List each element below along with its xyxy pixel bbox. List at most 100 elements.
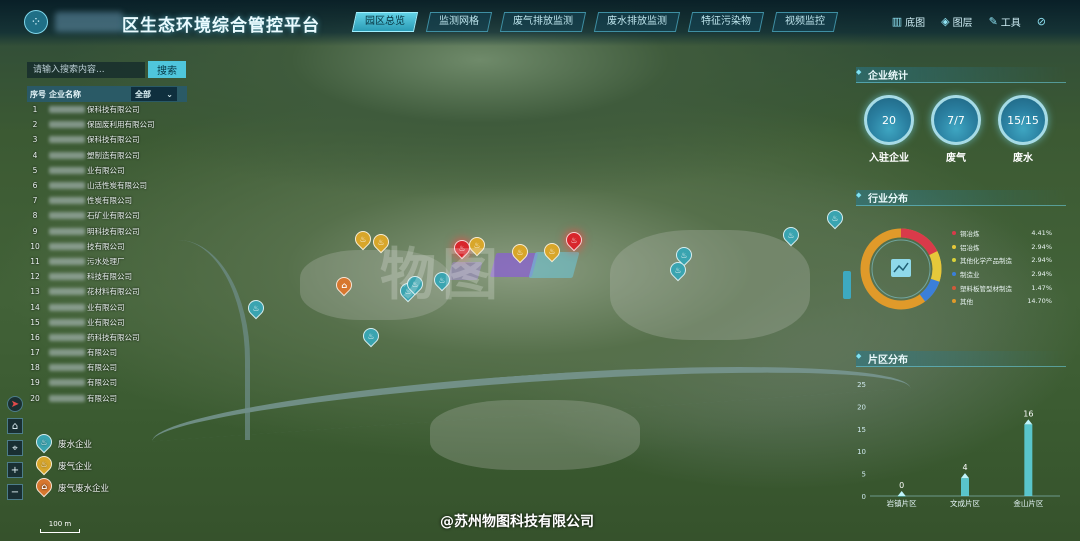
list-item[interactable]: 4 塑制造有限公司 [27, 148, 187, 163]
search-button[interactable]: 搜索 [148, 61, 186, 78]
toolbar: ▥ 底图 ◈ 图层 ✎ 工具 ⊘ [892, 14, 1046, 29]
list-item[interactable]: 7 性炭有限公司 [27, 193, 187, 208]
map-icon: ▥ [891, 15, 903, 28]
list-item[interactable]: 15 业有限公司 [27, 315, 187, 330]
gas-pin-icon: ♨ [32, 452, 56, 476]
industry-row[interactable]: 铜冶炼 4.41% [952, 226, 1052, 240]
category-label: 金山片区 [1013, 498, 1043, 508]
list-item[interactable]: 16 药科技有限公司 [27, 330, 187, 345]
list-item[interactable]: 12 科技有限公司 [27, 269, 187, 284]
list-item[interactable]: 9 明科技有限公司 [27, 224, 187, 239]
legend-dot [952, 230, 956, 235]
col-index: 序号 [30, 89, 46, 99]
alarm-marker-icon[interactable]: ♨ [562, 228, 586, 252]
redacted-text [49, 349, 85, 357]
row-number: 7 [32, 196, 38, 206]
title-redacted [55, 12, 123, 32]
basemap-button[interactable]: ▥ 底图 [892, 14, 925, 29]
list-item[interactable]: 13 花材料有限公司 [27, 284, 187, 299]
list-item[interactable]: 11 污水处理厂 [27, 254, 187, 269]
legend-dot [952, 271, 956, 276]
water-marker-icon[interactable]: ♨ [823, 206, 847, 230]
hide-panels-button[interactable]: ⊘ [1037, 14, 1046, 29]
tools-button[interactable]: ✎ 工具 [989, 14, 1021, 29]
compass-icon[interactable]: ➤ [7, 396, 23, 412]
company-name: 保科技有限公司 [87, 105, 140, 115]
company-list: 序号 企业名称 全部 ⌄ 1 保科技有限公司 2 保固废利用有限公司 3 保科技有限公司 4… [27, 86, 187, 406]
list-item[interactable]: 18 有限公司 [27, 360, 187, 375]
tab-water-emission[interactable]: 废水排放监测 [593, 12, 681, 32]
company-name: 保固废利用有限公司 [87, 120, 155, 130]
water-marker-icon[interactable]: ♨ [359, 324, 383, 348]
zoom-out-icon[interactable]: − [7, 484, 23, 500]
locate-icon[interactable]: ⌖ [7, 440, 23, 456]
list-item[interactable]: 14 业有限公司 [27, 299, 187, 314]
redacted-text [49, 318, 85, 326]
water-marker-icon[interactable]: ♨ [779, 223, 803, 247]
panel-toggle-handle[interactable] [843, 271, 851, 299]
water-marker-icon[interactable]: ♨ [244, 296, 268, 320]
gas-marker-icon[interactable]: ♨ [351, 227, 375, 251]
company-name: 明科技有限公司 [87, 226, 140, 236]
redacted-text [49, 394, 85, 402]
row-number: 6 [32, 181, 38, 191]
industry-row[interactable]: 铝冶炼 2.94% [952, 240, 1052, 254]
list-item[interactable]: 1 保科技有限公司 [27, 102, 187, 117]
tab-grid[interactable]: 监测网格 [425, 12, 493, 32]
layers-button[interactable]: ◈ 图层 [941, 14, 972, 29]
search-input[interactable] [27, 62, 145, 78]
list-item[interactable]: 6 山活性炭有限公司 [27, 178, 187, 193]
data-label: 4 [962, 463, 967, 472]
bar [1024, 424, 1033, 496]
company-name: 石矿业有限公司 [87, 211, 140, 221]
industry-row[interactable]: 制造业 2.94% [952, 267, 1052, 281]
filter-select[interactable]: 全部 ⌄ [131, 87, 177, 101]
gas-marker-icon[interactable]: ♨ [508, 240, 532, 264]
stat-total[interactable]: 20 入驻企业 [864, 95, 914, 164]
y-tick-label: 20 [857, 403, 866, 411]
row-number: 16 [30, 332, 40, 342]
home-icon[interactable]: ⌂ [7, 418, 23, 434]
list-item[interactable]: 3 保科技有限公司 [27, 132, 187, 147]
zoom-in-icon[interactable]: + [7, 462, 23, 478]
list-item[interactable]: 2 保固废利用有限公司 [27, 117, 187, 132]
industry-row[interactable]: 其他化学产品制造 2.94% [952, 253, 1052, 267]
main-nav: 园区总览 监测网格 废气排放监测 废水排放监测 特征污染物 视频监控 [351, 12, 839, 32]
redacted-text [49, 151, 85, 159]
tab-overview[interactable]: 园区总览 [351, 12, 419, 32]
row-number: 13 [30, 287, 40, 297]
row-number: 1 [32, 105, 38, 115]
gas-marker-icon[interactable]: ♨ [540, 239, 564, 263]
tab-gas-emission[interactable]: 废气排放监测 [499, 12, 587, 32]
list-item[interactable]: 10 技有限公司 [27, 239, 187, 254]
row-number: 19 [30, 378, 40, 388]
y-tick-label: 15 [857, 426, 866, 434]
redacted-text [49, 121, 85, 129]
list-item[interactable]: 8 石矿业有限公司 [27, 208, 187, 223]
category-label: 文成片区 [950, 498, 980, 508]
list-item[interactable]: 20 有限公司 [27, 391, 187, 406]
app-logo-icon: ⁘ [24, 10, 48, 34]
row-number: 5 [32, 165, 38, 175]
list-item[interactable]: 5 业有限公司 [27, 163, 187, 178]
stat-water[interactable]: 15/15 废水 [998, 95, 1048, 164]
category-label: 岩镇片区 [887, 498, 917, 508]
row-number: 20 [30, 393, 40, 403]
stat-gas[interactable]: 7/7 废气 [931, 95, 981, 164]
company-name: 花材料有限公司 [87, 287, 140, 297]
company-name: 有限公司 [87, 393, 117, 403]
industry-row[interactable]: 塑料板管型材制造 1.47% [952, 281, 1052, 295]
tab-pollutants[interactable]: 特征污染物 [687, 12, 765, 32]
water-marker-icon[interactable]: ♨ [666, 258, 690, 282]
header-bar: ⁘ 区生态环境综合管控平台 园区总览 监测网格 废气排放监测 废水排放监测 特征… [0, 0, 1080, 46]
industry-row[interactable]: 其他 14.70% [952, 294, 1052, 308]
redacted-text [49, 242, 85, 250]
both-marker-icon[interactable]: ⌂ [332, 273, 356, 297]
tab-video[interactable]: 视频监控 [771, 12, 839, 32]
company-name: 山活性炭有限公司 [87, 181, 147, 191]
y-tick-label: 5 [862, 471, 866, 479]
list-item[interactable]: 19 有限公司 [27, 375, 187, 390]
legend-dot [952, 244, 956, 249]
industry-donut[interactable] [856, 224, 946, 314]
list-item[interactable]: 17 有限公司 [27, 345, 187, 360]
